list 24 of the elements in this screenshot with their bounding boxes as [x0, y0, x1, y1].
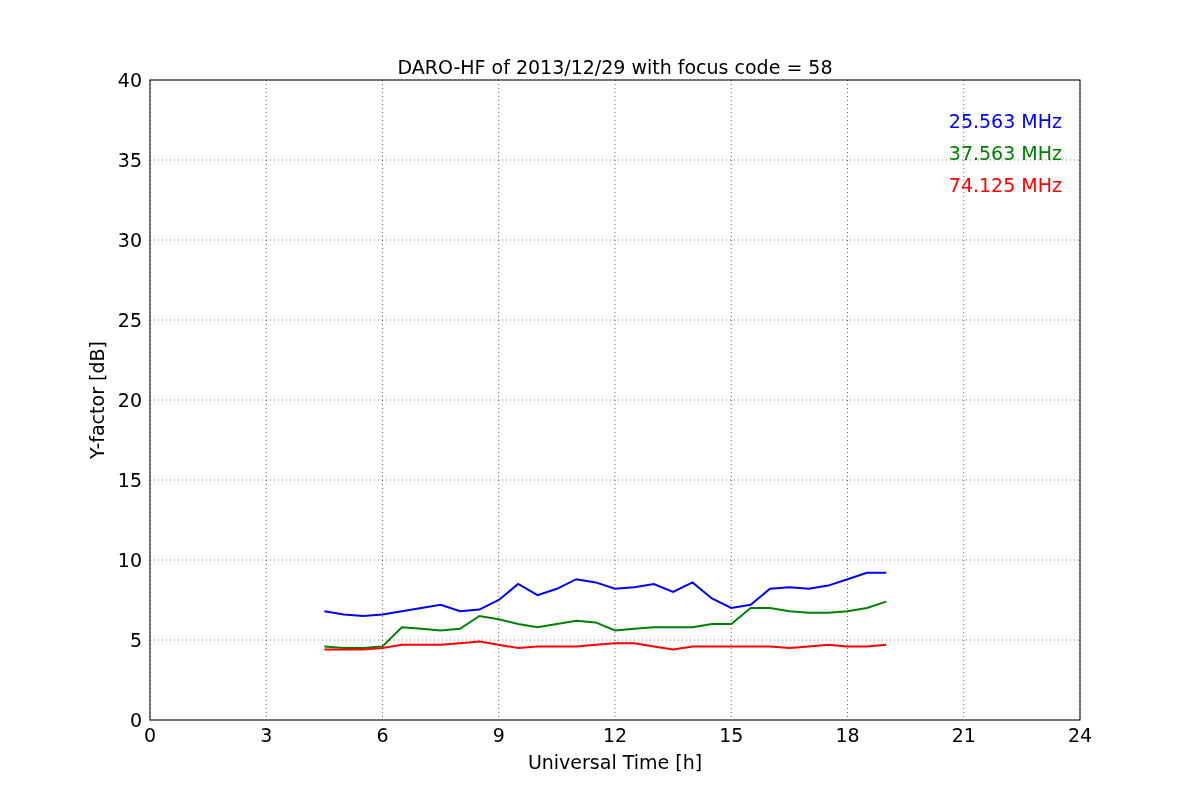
x-axis-label: Universal Time [h]: [527, 751, 703, 773]
chart-title: DARO-HF of 2013/12/29 with focus code = 58: [397, 56, 833, 78]
x-tick-label: 24: [1067, 724, 1093, 746]
x-tick-label: 6: [376, 724, 389, 746]
y-tick-label: 10: [117, 549, 142, 571]
y-axis-label: Y-factor [dB]: [86, 341, 108, 459]
x-tick-label: 9: [492, 724, 505, 746]
y-tick-label: 20: [117, 389, 142, 411]
y-tick-label: 35: [117, 149, 142, 171]
y-tick-label: 25: [117, 309, 142, 331]
x-tick-label: 21: [951, 724, 976, 746]
legend-label: 37.563 MHz: [948, 142, 1062, 164]
x-tick-label: 0: [143, 724, 157, 746]
x-tick-label: 12: [602, 724, 628, 746]
y-tick-label: 30: [117, 229, 142, 251]
x-tick-label: 15: [719, 724, 744, 746]
x-tick-label: 18: [835, 724, 860, 746]
y-tick-label: 0: [129, 709, 142, 731]
y-tick-label: 5: [129, 629, 142, 651]
x-tick-label: 3: [260, 724, 273, 746]
y-tick-label: 40: [117, 69, 142, 91]
legend-label: 74.125 MHz: [948, 174, 1062, 196]
legend-label: 25.563 MHz: [948, 110, 1062, 132]
y-tick-label: 15: [117, 469, 142, 491]
